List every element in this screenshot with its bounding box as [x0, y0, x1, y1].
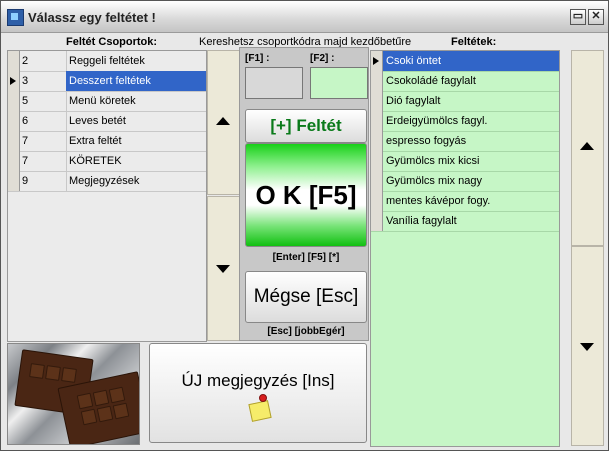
feature-row[interactable]: Gyümölcs mix nagy	[371, 171, 559, 192]
restore-button[interactable]: ▭	[570, 9, 586, 25]
features-grid[interactable]: Csoki öntet Csokoládé fagylalt Dió fagylal…	[370, 50, 560, 447]
group-row[interactable]: 7 KÖRETEK	[8, 151, 206, 172]
row-indicator	[8, 131, 20, 151]
row-indicator	[371, 131, 383, 151]
group-code: 3	[20, 71, 67, 91]
features-scroll-up-button[interactable]	[571, 50, 604, 246]
feature-name: mentes kávépor fogy.	[386, 195, 491, 207]
group-row[interactable]: 3 Desszert feltétek	[8, 71, 206, 92]
group-code: 7	[20, 151, 67, 171]
group-name: Desszert feltétek	[66, 71, 206, 91]
ok-button[interactable]: O K [F5]	[245, 143, 367, 247]
close-button[interactable]: ✕	[588, 9, 604, 25]
feature-row[interactable]: espresso fogyás	[371, 131, 559, 152]
row-indicator	[371, 51, 383, 71]
row-pointer-icon	[373, 57, 379, 65]
features-header: Feltétek:	[451, 36, 497, 48]
feature-name: Gyümölcs mix nagy	[386, 175, 482, 187]
feature-name: espresso fogyás	[386, 135, 467, 147]
feature-row[interactable]: Csoki öntet	[371, 51, 559, 72]
row-indicator	[371, 111, 383, 131]
row-indicator	[8, 71, 20, 91]
group-name: KÖRETEK	[69, 155, 122, 167]
feature-row[interactable]: Vanília fagylalt	[371, 211, 559, 232]
groups-grid[interactable]: 2 Reggeli feltétek 3 Desszert feltétek 5 Menü…	[7, 50, 207, 342]
f2-label: [F2] :	[310, 53, 335, 64]
window-title: Válassz egy feltétet !	[28, 10, 156, 25]
feature-row[interactable]: mentes kávépor fogy.	[371, 191, 559, 212]
feature-name: Gyümölcs mix kicsi	[386, 155, 480, 167]
groups-scroll-down-button[interactable]	[207, 196, 240, 341]
chocolate-image	[7, 343, 140, 445]
row-pointer-icon	[10, 77, 16, 85]
feature-name: Csokoládé fagylalt	[386, 75, 476, 87]
row-indicator	[371, 211, 383, 231]
new-note-button[interactable]: ÚJ megjegyzés [Ins]	[149, 343, 367, 443]
row-indicator	[371, 71, 383, 91]
cancel-shortcut-hint: [Esc] [jobbEgér]	[267, 326, 345, 337]
group-code: 5	[20, 91, 67, 111]
feature-row[interactable]: Erdeigyümölcs fagyl.	[371, 111, 559, 132]
group-row[interactable]: 6 Leves betét	[8, 111, 206, 132]
group-row[interactable]: 7 Extra feltét	[8, 131, 206, 152]
pin-icon	[259, 394, 267, 402]
group-name: Extra feltét	[69, 135, 122, 147]
group-code: 6	[20, 111, 67, 131]
cancel-button[interactable]: Mégse [Esc]	[245, 271, 367, 323]
group-name: Leves betét	[69, 115, 126, 127]
row-indicator	[371, 91, 383, 111]
triangle-up-icon	[216, 117, 230, 125]
f2-feature-filter-field[interactable]	[310, 67, 368, 99]
feature-row[interactable]: Dió fagylalt	[371, 91, 559, 112]
ok-shortcut-hint: [Enter] [F5] [*]	[272, 252, 340, 263]
title-bar[interactable]: Válassz egy feltétet ! ▭ ✕	[1, 1, 608, 33]
group-row[interactable]: 9 Megjegyzések	[8, 171, 206, 192]
row-indicator	[8, 91, 20, 111]
triangle-up-icon	[580, 142, 594, 150]
group-row[interactable]: 5 Menü köretek	[8, 91, 206, 112]
features-scroll-down-button[interactable]	[571, 246, 604, 446]
row-indicator	[371, 151, 383, 171]
feature-name: Vanília fagylalt	[386, 215, 457, 227]
group-name: Megjegyzések	[69, 175, 140, 187]
groups-scroll-up-button[interactable]	[207, 50, 240, 195]
new-note-label: ÚJ megjegyzés [Ins]	[181, 371, 335, 390]
feature-name: Erdeigyümölcs fagyl.	[386, 115, 488, 127]
row-indicator	[8, 171, 20, 191]
f1-group-filter-field[interactable]	[245, 67, 303, 99]
row-indicator	[8, 111, 20, 131]
feature-name: Csoki öntet	[383, 51, 559, 71]
groups-header: Feltét Csoportok:	[66, 36, 158, 48]
group-name: Reggeli feltétek	[69, 55, 145, 67]
feature-row[interactable]: Gyümölcs mix kicsi	[371, 151, 559, 172]
add-feature-button[interactable]: [+] Feltét	[245, 109, 367, 143]
dialog-window: Válassz egy feltétet ! ▭ ✕ Feltét Csopor…	[0, 0, 609, 451]
feature-row[interactable]: Csokoládé fagylalt	[371, 71, 559, 92]
sticky-note-icon	[248, 400, 272, 422]
triangle-down-icon	[580, 343, 594, 351]
f1-label: [F1] :	[245, 53, 270, 64]
feature-name: Dió fagylalt	[386, 95, 441, 107]
triangle-down-icon	[216, 265, 230, 273]
app-icon	[7, 9, 24, 26]
group-name: Menü köretek	[69, 95, 136, 107]
group-row[interactable]: 2 Reggeli feltétek	[8, 51, 206, 72]
group-code: 9	[20, 171, 67, 191]
row-indicator	[371, 191, 383, 211]
row-indicator	[371, 171, 383, 191]
group-code: 2	[20, 51, 67, 71]
group-code: 7	[20, 131, 67, 151]
row-indicator	[8, 151, 20, 171]
row-indicator	[8, 51, 20, 71]
